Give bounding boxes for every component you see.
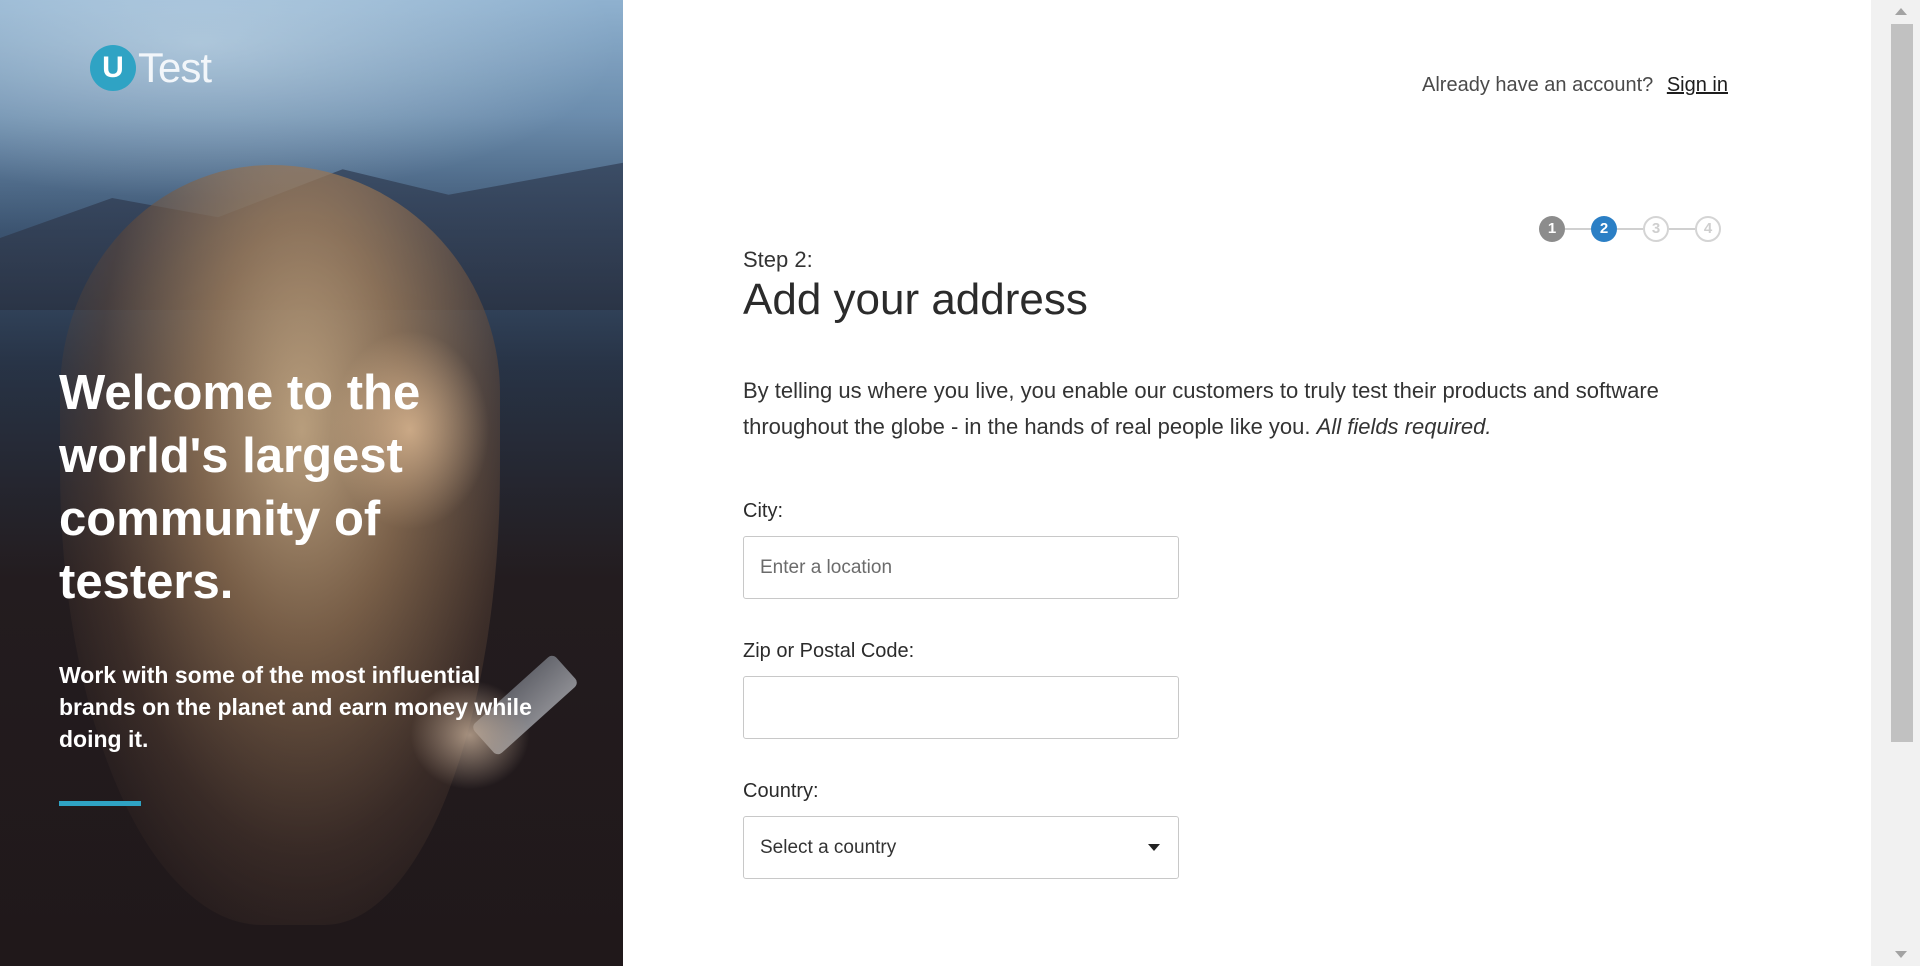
page-title: Add your address — [743, 275, 1088, 324]
intro-text: By telling us where you live, you enable… — [743, 373, 1673, 445]
step-connector — [1565, 228, 1591, 230]
step-4-dot: 4 — [1695, 216, 1721, 242]
scroll-up-arrow-icon[interactable] — [1895, 8, 1907, 15]
country-select-value: Select a country — [760, 836, 897, 858]
hero-panel: U Test Welcome to the world's largest co… — [0, 0, 623, 966]
hero-accent-rule — [59, 801, 141, 806]
country-label: Country: — [743, 780, 819, 802]
step-connector — [1669, 228, 1695, 230]
signin-link[interactable]: Sign in — [1667, 74, 1728, 96]
zip-input[interactable] — [743, 676, 1179, 739]
step-2-dot: 2 — [1591, 216, 1617, 242]
page-scrollbar[interactable] — [1871, 0, 1920, 966]
logo-wordmark: Test — [138, 44, 212, 91]
step-connector — [1617, 228, 1643, 230]
scrollbar-thumb[interactable] — [1891, 24, 1913, 742]
signin-prompt: Already have an account? Sign in — [1422, 74, 1728, 97]
utest-logo[interactable]: U Test — [90, 44, 212, 92]
logo-mark-icon: U — [90, 45, 136, 91]
intro-required-note: All fields required. — [1316, 414, 1492, 439]
chevron-down-icon — [1148, 844, 1160, 851]
hero-title: Welcome to the world's largest community… — [59, 366, 421, 609]
intro-body: By telling us where you live, you enable… — [743, 378, 1659, 439]
city-label: City: — [743, 500, 783, 522]
step-label: Step 2: — [743, 247, 813, 272]
step-3-dot: 3 — [1643, 216, 1669, 242]
step-1-dot[interactable]: 1 — [1539, 216, 1565, 242]
zip-label: Zip or Postal Code: — [743, 640, 915, 662]
city-input[interactable] — [743, 536, 1179, 599]
step-indicator: 1 2 3 4 — [1539, 216, 1721, 242]
scroll-down-arrow-icon[interactable] — [1895, 951, 1907, 958]
country-select[interactable]: Select a country — [743, 816, 1179, 879]
hero-subtitle: Work with some of the most influential b… — [59, 662, 532, 752]
signin-question: Already have an account? — [1422, 74, 1654, 96]
